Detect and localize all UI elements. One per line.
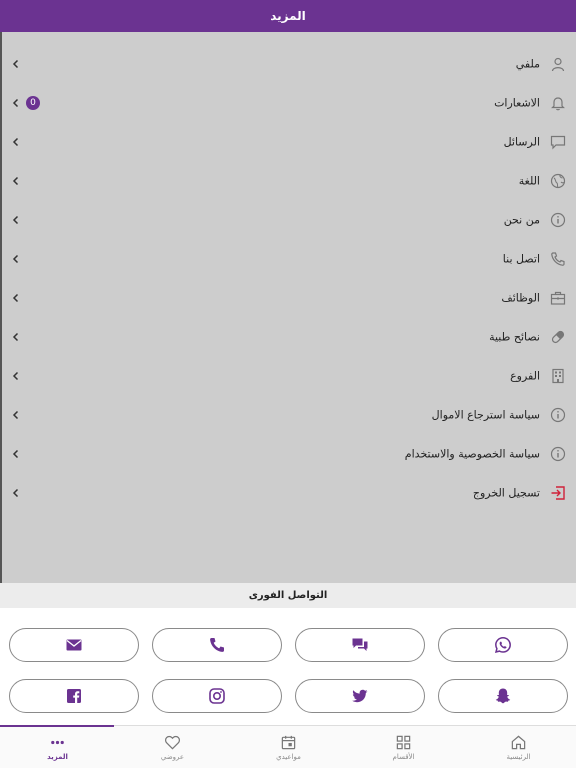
menu-item-messages[interactable]: الرسائل (2, 122, 576, 161)
globe-icon (550, 173, 566, 188)
menu-item-notifications[interactable]: 0 الاشعارات (2, 83, 576, 122)
tab-label: المزيد (47, 753, 68, 761)
menu-list: ملفي 0 الاشعارات الرسائل اللغة من نحن ات… (0, 32, 576, 583)
tab-offers[interactable]: عروضي (115, 726, 230, 768)
menu-item-label: الفروع (510, 369, 540, 382)
chevron-left-icon (12, 59, 19, 68)
chevron-left-icon (12, 293, 19, 302)
menu-item-jobs[interactable]: الوظائف (2, 278, 576, 317)
chat-icon (352, 638, 368, 651)
whatsapp-button[interactable] (438, 628, 568, 662)
info-icon (550, 407, 566, 422)
tab-label: مواعيدي (276, 753, 301, 761)
menu-item-contact[interactable]: اتصل بنا (2, 239, 576, 278)
tab-label: عروضي (160, 753, 185, 761)
menu-item-privacy-policy[interactable]: سياسة الخصوصية والاستخدام (2, 434, 576, 473)
whatsapp-icon (494, 637, 511, 654)
menu-item-profile[interactable]: ملفي (2, 44, 576, 83)
chevron-left-icon (12, 410, 19, 419)
quick-contact-buttons (0, 608, 576, 725)
instagram-button[interactable] (152, 679, 282, 713)
menu-item-about[interactable]: من نحن (2, 200, 576, 239)
bell-icon (551, 96, 565, 110)
chevron-left-icon (12, 98, 19, 107)
grid-icon (396, 735, 411, 750)
twitter-button[interactable] (295, 679, 425, 713)
page-title: المزيد (270, 9, 306, 23)
notification-count-badge: 0 (26, 95, 40, 110)
menu-item-language[interactable]: اللغة (2, 161, 576, 200)
phone-icon (551, 251, 565, 266)
snapchat-button[interactable] (438, 679, 568, 713)
menu-item-label: الرسائل (503, 135, 540, 148)
twitter-icon (352, 689, 368, 703)
mail-icon (66, 639, 82, 651)
app-header: المزيد (0, 0, 576, 32)
email-button[interactable] (9, 628, 139, 662)
building-icon (552, 368, 564, 383)
more-icon (51, 740, 64, 745)
message-icon (550, 135, 566, 149)
chevron-left-icon (12, 371, 19, 380)
user-icon (551, 57, 565, 71)
menu-item-branches[interactable]: الفروع (2, 356, 576, 395)
chevron-left-icon (12, 488, 19, 497)
logout-icon (551, 485, 565, 500)
menu-item-label: اللغة (518, 174, 540, 187)
chevron-left-icon (12, 176, 19, 185)
phone-button[interactable] (152, 628, 282, 662)
menu-item-label: تسجيل الخروج (472, 486, 540, 499)
briefcase-icon (550, 291, 566, 305)
quick-contact-title: التواصل الفورى (248, 590, 328, 601)
instagram-icon (209, 688, 225, 704)
quick-contact-header: التواصل الفورى (0, 583, 576, 608)
info-icon (550, 212, 566, 227)
chevron-left-icon (12, 215, 19, 224)
menu-item-label: نصائح طبية (489, 330, 540, 343)
menu-item-refund-policy[interactable]: سياسة استرجاع الاموال (2, 395, 576, 434)
home-icon (511, 735, 526, 750)
menu-item-label: سياسة استرجاع الاموال (431, 408, 540, 421)
menu-item-label: الوظائف (501, 291, 540, 304)
tab-label: الأقسام (392, 753, 415, 761)
chevron-left-icon (12, 254, 19, 263)
phone-icon (210, 638, 224, 652)
info-icon (550, 446, 566, 461)
menu-item-label: من نحن (503, 213, 540, 226)
snapchat-icon (495, 688, 511, 704)
facebook-icon (67, 689, 81, 703)
pill-icon (551, 330, 565, 343)
chevron-left-icon (12, 332, 19, 341)
tab-departments[interactable]: الأقسام (346, 726, 461, 768)
calendar-icon (281, 735, 296, 750)
menu-item-medical-tips[interactable]: نصائح طبية (2, 317, 576, 356)
menu-item-label: اتصل بنا (502, 252, 540, 265)
tab-home[interactable]: الرئيسية (461, 726, 576, 768)
tab-label: الرئيسية (506, 753, 531, 761)
menu-item-label: الاشعارات (494, 96, 540, 109)
chevron-left-icon (12, 449, 19, 458)
facebook-button[interactable] (9, 679, 139, 713)
bottom-tab-bar: الرئيسية الأقسام مواعيدي عروضي المزيد (0, 725, 576, 768)
menu-item-logout[interactable]: تسجيل الخروج (2, 473, 576, 512)
heart-icon (164, 735, 181, 750)
menu-item-label: ملفي (515, 57, 540, 70)
tab-more[interactable]: المزيد (0, 726, 115, 768)
tab-appointments[interactable]: مواعيدي (231, 726, 346, 768)
menu-item-label: سياسة الخصوصية والاستخدام (404, 447, 540, 460)
chat-button[interactable] (295, 628, 425, 662)
chevron-left-icon (12, 137, 19, 146)
